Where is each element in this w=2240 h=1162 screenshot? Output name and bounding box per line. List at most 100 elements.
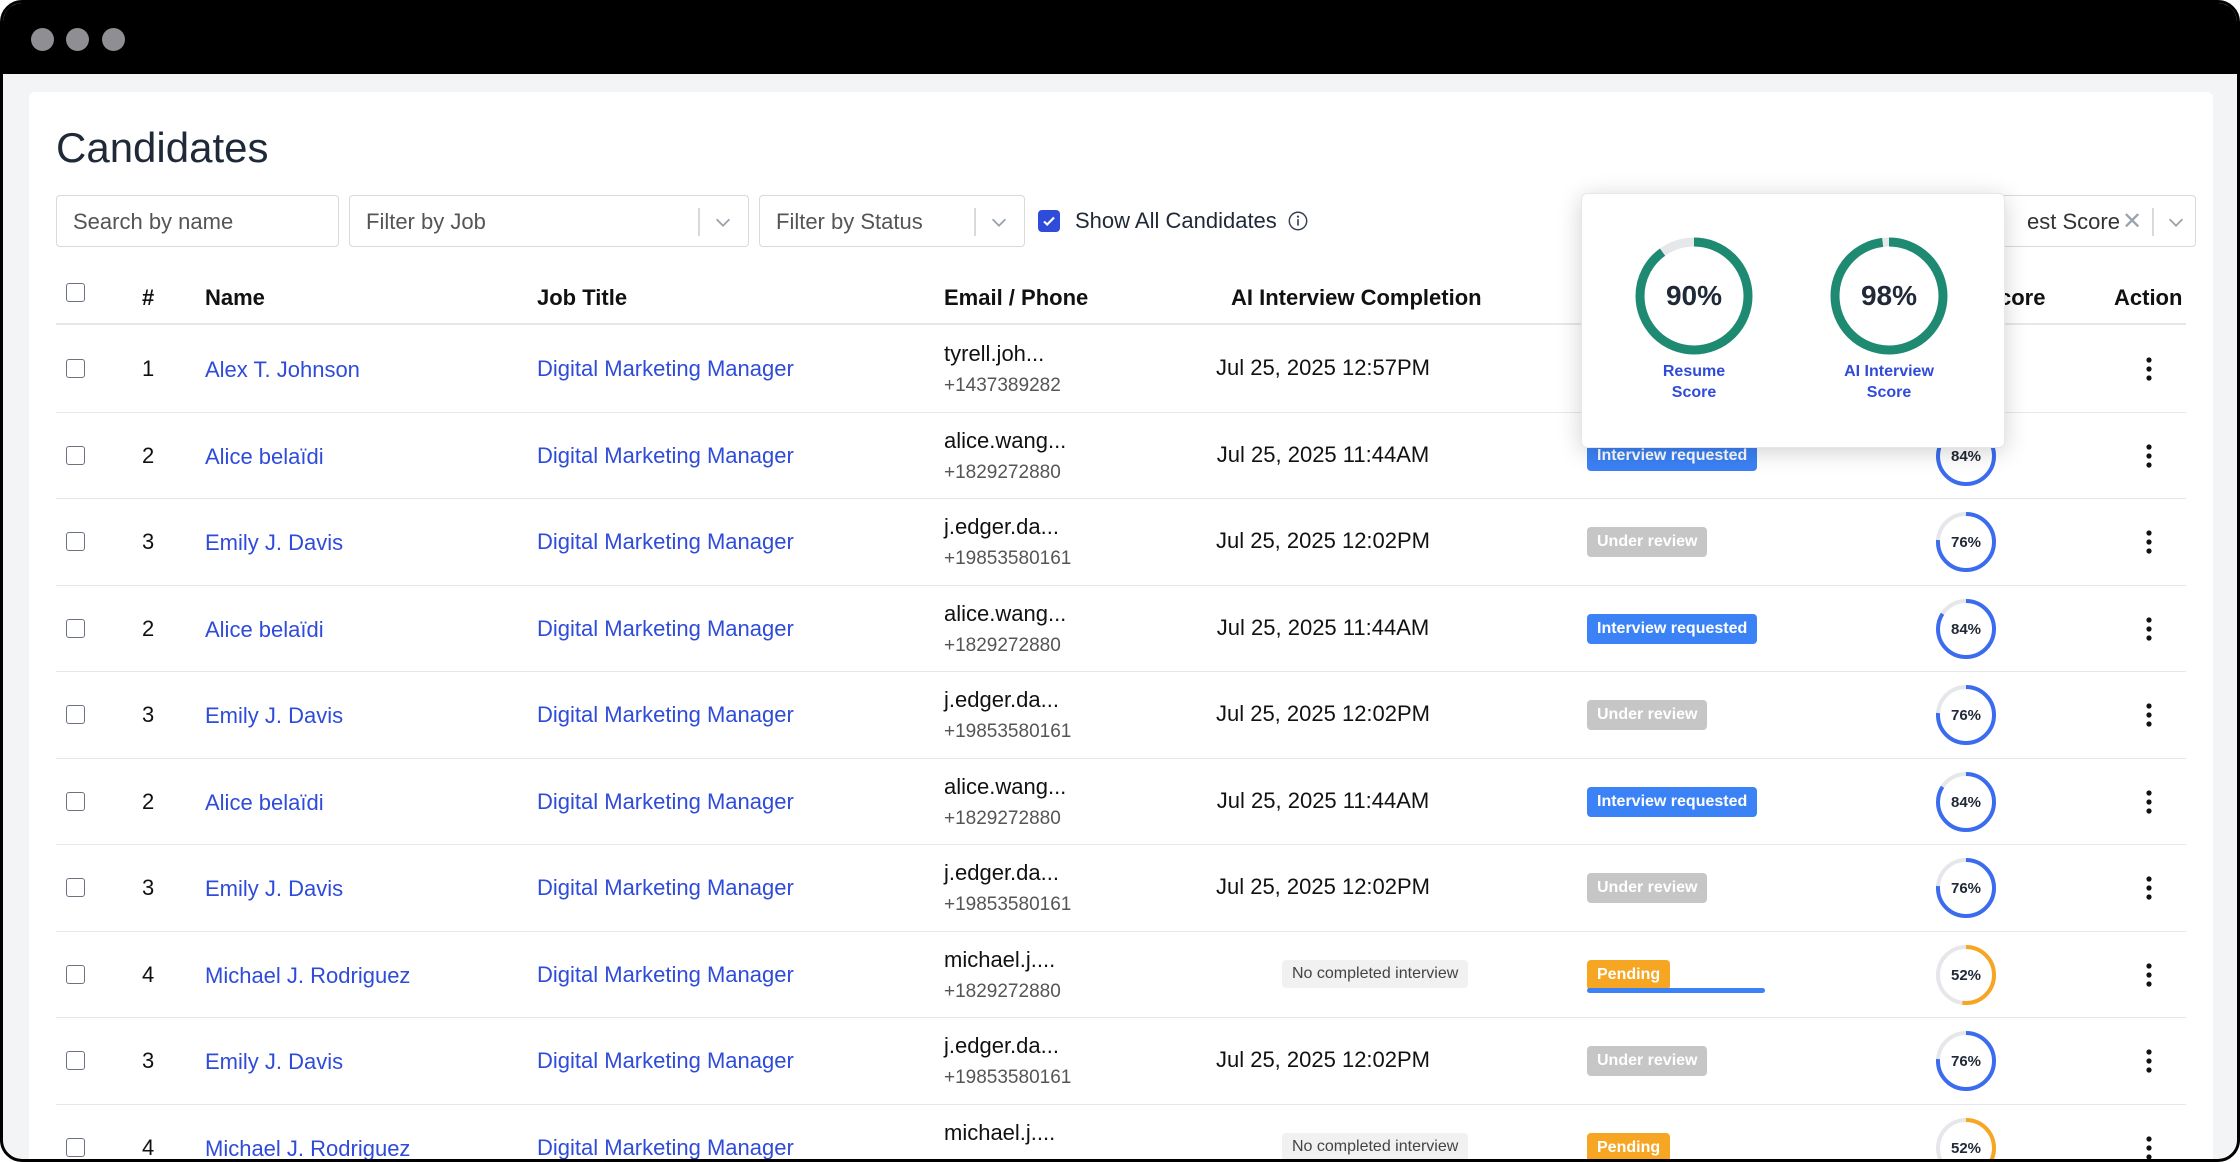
select-all-checkbox[interactable] bbox=[66, 283, 85, 302]
score-value: 52% bbox=[1951, 967, 1981, 984]
column-header-ai-interview-completion[interactable]: AI Interview Completion bbox=[1231, 285, 1482, 311]
table-row[interactable]: 4 Michael J. Rodriguez Digital Marketing… bbox=[56, 1105, 2186, 1161]
more-options-icon[interactable] bbox=[2144, 702, 2154, 728]
filter-status-select[interactable]: Filter by Status bbox=[759, 195, 1025, 247]
more-options-icon[interactable] bbox=[2144, 962, 2154, 988]
status-badge[interactable]: Interview requested bbox=[1587, 786, 1758, 817]
score-value: 76% bbox=[1951, 880, 1981, 897]
window-minimize-button[interactable] bbox=[66, 28, 89, 51]
status-badge[interactable]: Interview requested bbox=[1587, 613, 1758, 644]
status-badge[interactable]: Pending bbox=[1587, 1132, 1671, 1159]
row-checkbox[interactable] bbox=[66, 1137, 85, 1157]
filter-job-select[interactable]: Filter by Job bbox=[349, 195, 749, 247]
more-options-icon[interactable] bbox=[2144, 529, 2154, 555]
job-title-link[interactable]: Digital Marketing Manager bbox=[537, 529, 794, 555]
row-number: 1 bbox=[142, 356, 155, 381]
row-number: 2 bbox=[142, 615, 155, 641]
more-options-icon[interactable] bbox=[2144, 789, 2154, 815]
table-row[interactable]: 2 Alice belaïdi Digital Marketing Manage… bbox=[56, 586, 2186, 672]
completion-date: Jul 25, 2025 12:02PM bbox=[1215, 1047, 1431, 1072]
row-checkbox[interactable] bbox=[66, 1051, 85, 1070]
more-options-icon[interactable] bbox=[2144, 443, 2154, 469]
job-title-link[interactable]: Digital Marketing Manager bbox=[537, 443, 794, 469]
table-row[interactable]: 3 Emily J. Davis Digital Marketing Manag… bbox=[56, 1018, 2186, 1105]
resume-score-value: 90% bbox=[1666, 280, 1722, 311]
more-options-icon[interactable] bbox=[2144, 1135, 2154, 1161]
info-icon[interactable] bbox=[1287, 210, 1309, 232]
status-badge[interactable]: Under review bbox=[1587, 1046, 1708, 1076]
candidate-phone: +1829272880 bbox=[944, 980, 1061, 1002]
candidate-phone: +19853580161 bbox=[944, 1067, 1072, 1088]
job-title-link[interactable]: Digital Marketing Manager bbox=[537, 789, 794, 815]
job-title-link[interactable]: Digital Marketing Manager bbox=[537, 962, 794, 988]
table-row[interactable]: 4 Michael J. Rodriguez Digital Marketing… bbox=[56, 932, 2186, 1018]
job-title-link[interactable]: Digital Marketing Manager bbox=[537, 1048, 794, 1074]
job-title-link[interactable]: Digital Marketing Manager bbox=[537, 1135, 794, 1160]
ai-interview-score-title-line1: AI Interview bbox=[1844, 363, 1934, 380]
column-header-job-title[interactable]: Job Title bbox=[537, 285, 627, 311]
score-value: 76% bbox=[1951, 534, 1981, 551]
row-checkbox[interactable] bbox=[66, 964, 85, 984]
show-all-checkbox[interactable] bbox=[1038, 210, 1060, 232]
job-title-link[interactable]: Digital Marketing Manager bbox=[537, 702, 794, 728]
window-titlebar bbox=[3, 3, 2237, 74]
candidate-email: j.edger.da... bbox=[944, 860, 1059, 885]
status-badge[interactable]: Under review bbox=[1587, 700, 1708, 730]
search-input[interactable]: Search by name bbox=[56, 195, 339, 247]
row-checkbox[interactable] bbox=[66, 359, 85, 378]
candidate-name-link[interactable]: Emily J. Davis bbox=[205, 876, 343, 902]
more-options-icon[interactable] bbox=[2144, 1048, 2154, 1074]
completion-date: Jul 25, 2025 11:44AM bbox=[1216, 787, 1430, 813]
completion-date: Jul 25, 2025 11:44AM bbox=[1216, 614, 1430, 640]
row-checkbox[interactable] bbox=[66, 791, 85, 811]
no-completed-interview-chip: No completed interview bbox=[1282, 1132, 1469, 1159]
candidate-name-link[interactable]: Emily J. Davis bbox=[205, 530, 343, 556]
window-close-button[interactable] bbox=[31, 28, 54, 51]
status-badge[interactable]: Under review bbox=[1587, 873, 1708, 903]
status-badge[interactable]: Pending bbox=[1587, 959, 1671, 990]
row-checkbox[interactable] bbox=[66, 618, 85, 638]
clear-icon[interactable]: ✕ bbox=[2122, 207, 2142, 236]
score-ring: 76% bbox=[1936, 858, 1996, 918]
search-placeholder: Search by name bbox=[73, 209, 234, 234]
job-title-link[interactable]: Digital Marketing Manager bbox=[537, 616, 794, 642]
candidate-name-link[interactable]: Alice belaïdi bbox=[205, 790, 324, 816]
candidate-phone: +19853580161 bbox=[944, 894, 1072, 915]
column-header-name[interactable]: Name bbox=[205, 285, 265, 311]
score-value: 52% bbox=[1951, 1140, 1981, 1157]
browser-window: Candidates Search by name Filter by Job … bbox=[0, 0, 2240, 1162]
candidate-name-link[interactable]: Emily J. Davis bbox=[205, 1049, 343, 1075]
more-options-icon[interactable] bbox=[2144, 875, 2154, 901]
status-badge[interactable]: Under review bbox=[1587, 527, 1708, 557]
table-row[interactable]: 2 Alice belaïdi Digital Marketing Manage… bbox=[56, 759, 2186, 845]
table-row[interactable]: 3 Emily J. Davis Digital Marketing Manag… bbox=[56, 672, 2186, 759]
row-number: 3 bbox=[142, 529, 155, 554]
more-options-icon[interactable] bbox=[2144, 356, 2154, 382]
check-icon bbox=[1043, 216, 1055, 227]
sort-select[interactable]: est Score ✕ bbox=[1986, 195, 2196, 247]
show-all-candidates-toggle[interactable]: Show All Candidates bbox=[1038, 206, 1309, 236]
row-checkbox[interactable] bbox=[66, 532, 85, 551]
score-value: 84% bbox=[1951, 794, 1981, 811]
more-options-icon[interactable] bbox=[2144, 616, 2154, 642]
row-checkbox[interactable] bbox=[66, 705, 85, 724]
row-checkbox[interactable] bbox=[66, 878, 85, 897]
candidate-name-link[interactable]: Michael J. Rodriguez bbox=[205, 963, 410, 989]
filter-status-placeholder: Filter by Status bbox=[776, 209, 923, 234]
table-row[interactable]: 3 Emily J. Davis Digital Marketing Manag… bbox=[56, 845, 2186, 932]
completion-date: Jul 25, 2025 12:02PM bbox=[1215, 528, 1431, 553]
score-ring: 76% bbox=[1936, 685, 1996, 745]
job-title-link[interactable]: Digital Marketing Manager bbox=[537, 356, 794, 382]
column-header-score[interactable]: core bbox=[1999, 285, 2045, 311]
window-maximize-button[interactable] bbox=[102, 28, 125, 51]
candidate-name-link[interactable]: Alice belaïdi bbox=[205, 444, 324, 470]
job-title-link[interactable]: Digital Marketing Manager bbox=[537, 875, 794, 901]
table-row[interactable]: 3 Emily J. Davis Digital Marketing Manag… bbox=[56, 499, 2186, 586]
candidate-name-link[interactable]: Alex T. Johnson bbox=[205, 357, 360, 383]
candidate-name-link[interactable]: Alice belaïdi bbox=[205, 617, 324, 643]
candidate-name-link[interactable]: Michael J. Rodriguez bbox=[205, 1136, 410, 1160]
candidate-email: j.edger.da... bbox=[944, 687, 1059, 712]
row-checkbox[interactable] bbox=[66, 445, 85, 465]
candidate-name-link[interactable]: Emily J. Davis bbox=[205, 703, 343, 729]
score-ring: 76% bbox=[1936, 512, 1996, 572]
